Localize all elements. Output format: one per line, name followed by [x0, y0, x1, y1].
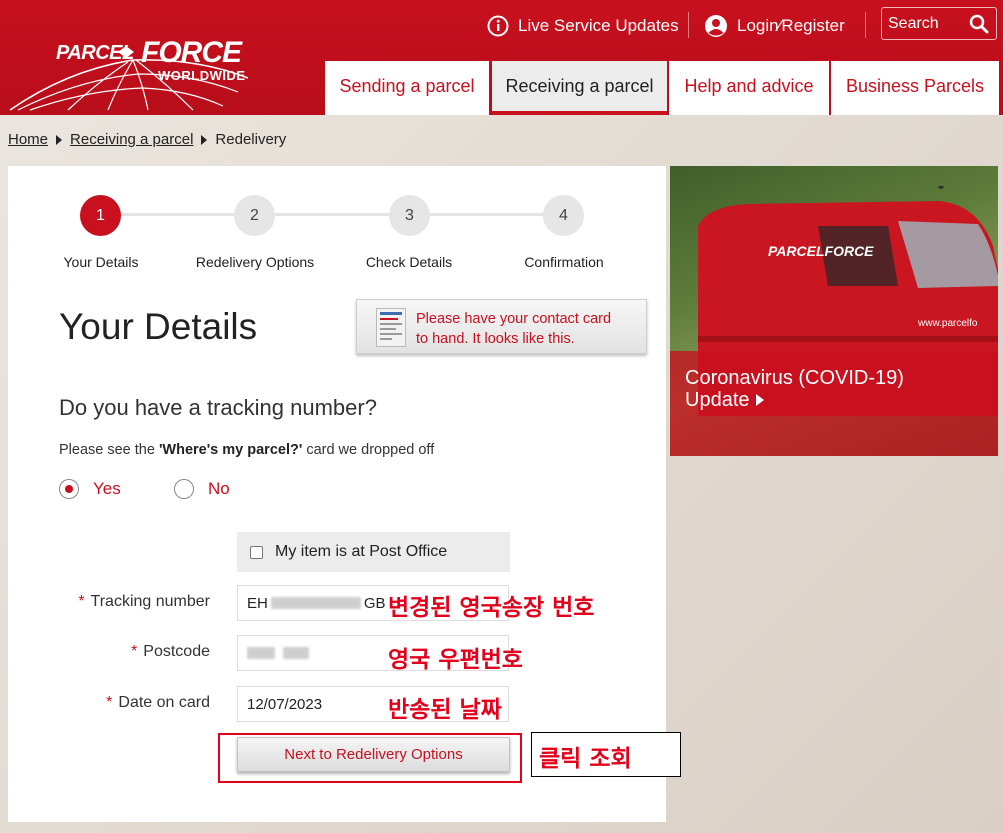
step-4-indicator: 4 — [543, 195, 584, 236]
breadcrumb-home-link[interactable]: Home — [8, 131, 48, 148]
tracking-question: Do you have a tracking number? — [59, 395, 377, 420]
radio-no-circle[interactable] — [174, 479, 194, 499]
parcelforce-logo[interactable]: PARCEL FORCE WORLDWIDE — [8, 30, 258, 112]
tracking-hint: Please see the 'Where's my parcel?' card… — [59, 442, 434, 458]
radio-no[interactable]: No — [174, 479, 230, 499]
step-1-label: Your Details — [63, 254, 139, 270]
chevron-right-icon — [201, 134, 208, 145]
chevron-right-icon — [56, 134, 63, 145]
breadcrumb-current: Redelivery — [215, 131, 287, 148]
svg-text:www.parcelfo: www.parcelfo — [917, 318, 978, 329]
info-icon — [487, 15, 509, 37]
promo-line2-wrap: Update — [685, 389, 904, 411]
live-service-updates-label: Live Service Updates — [518, 16, 679, 35]
annotation-click-box: 클릭 조회 — [531, 732, 681, 777]
contact-card-text: Please have your contact card to hand. I… — [416, 309, 641, 349]
header-divider — [865, 12, 866, 38]
step-2-label: Redelivery Options — [195, 254, 315, 270]
site-header: PARCEL FORCE WORLDWIDE Live Service Upda… — [0, 0, 1003, 115]
date-on-card-label: * Date on card — [106, 694, 210, 711]
logo-force-text: FORCE — [141, 36, 242, 69]
redacted-blur — [247, 647, 275, 659]
annotation-click: 클릭 조회 — [539, 746, 632, 772]
hint-suffix: card we dropped off — [302, 442, 435, 458]
radio-no-label: No — [208, 479, 230, 498]
tracking-number-label: * Tracking number — [78, 593, 210, 610]
step-4-label: Confirmation — [524, 254, 604, 270]
post-office-option[interactable]: My item is at Post Office — [237, 532, 510, 572]
live-service-updates-link[interactable]: Live Service Updates — [487, 12, 679, 40]
tab-receiving-a-parcel[interactable]: Receiving a parcel — [492, 61, 667, 115]
tab-help-and-advice[interactable]: Help and advice — [669, 61, 829, 115]
radio-yes[interactable]: Yes — [59, 479, 121, 499]
postcode-label: * Postcode — [131, 643, 210, 660]
annotation-postcode: 영국 우편번호 — [388, 647, 523, 673]
step-1-indicator: 1 — [80, 195, 121, 236]
search-input[interactable]: Search — [881, 7, 997, 40]
tab-business-parcels[interactable]: Business Parcels — [831, 61, 999, 115]
contact-card-button[interactable]: Please have your contact card to hand. I… — [356, 299, 647, 354]
redelivery-form-panel: 1 2 3 4 Your Details Redelivery Options … — [8, 166, 666, 822]
step-3-indicator: 3 — [389, 195, 430, 236]
hint-card-name: 'Where's my parcel?' — [158, 442, 303, 458]
tracking-prefix: EH — [247, 594, 268, 612]
promo-text[interactable]: Coronavirus (COVID-19) Update — [685, 367, 904, 411]
covid-update-promo[interactable]: PARCELFORCE www.parcelfo Coronavirus (CO… — [670, 166, 998, 456]
play-arrow-icon — [755, 394, 764, 406]
search-placeholder: Search — [888, 14, 939, 32]
post-office-label: My item is at Post Office — [275, 543, 448, 560]
step-3-label: Check Details — [365, 254, 453, 270]
logo-worldwide-text: WORLDWIDE — [158, 68, 246, 83]
contact-card-thumbnail-icon — [376, 308, 406, 347]
tab-sending-a-parcel[interactable]: Sending a parcel — [325, 61, 489, 115]
login-register-label: Login⁄Register — [737, 16, 845, 35]
redacted-blur — [283, 647, 309, 659]
page-title: Your Details — [59, 306, 258, 347]
redacted-blur — [270, 597, 361, 609]
promo-line1: Coronavirus (COVID-19) — [685, 367, 904, 389]
tracking-suffix: GB — [363, 594, 386, 612]
progress-track — [101, 213, 564, 216]
hint-prefix: Please see the — [59, 442, 159, 458]
svg-text:PARCELFORCE: PARCELFORCE — [768, 243, 874, 259]
promo-line2: Update — [685, 389, 750, 411]
radio-yes-label: Yes — [93, 479, 121, 498]
logo-parcel-text: PARCEL — [56, 42, 134, 64]
login-register-link[interactable]: Login⁄Register — [704, 12, 845, 40]
header-divider — [688, 12, 689, 38]
contact-card-line2: to hand. It looks like this. — [416, 331, 575, 347]
user-icon — [705, 15, 727, 37]
annotation-tracking: 변경된 영국송장 번호 — [388, 595, 595, 621]
annotation-date: 반송된 날짜 — [388, 697, 502, 723]
search-icon[interactable] — [969, 14, 989, 34]
post-office-checkbox[interactable] — [250, 545, 263, 559]
next-to-redelivery-options-button[interactable]: Next to Redelivery Options — [237, 737, 510, 772]
breadcrumb-receiving-link[interactable]: Receiving a parcel — [70, 131, 193, 148]
radio-yes-circle[interactable] — [59, 479, 79, 499]
contact-card-line1: Please have your contact card — [416, 311, 612, 327]
step-2-indicator: 2 — [234, 195, 275, 236]
breadcrumb: Home Receiving a parcel Redelivery — [8, 131, 286, 148]
